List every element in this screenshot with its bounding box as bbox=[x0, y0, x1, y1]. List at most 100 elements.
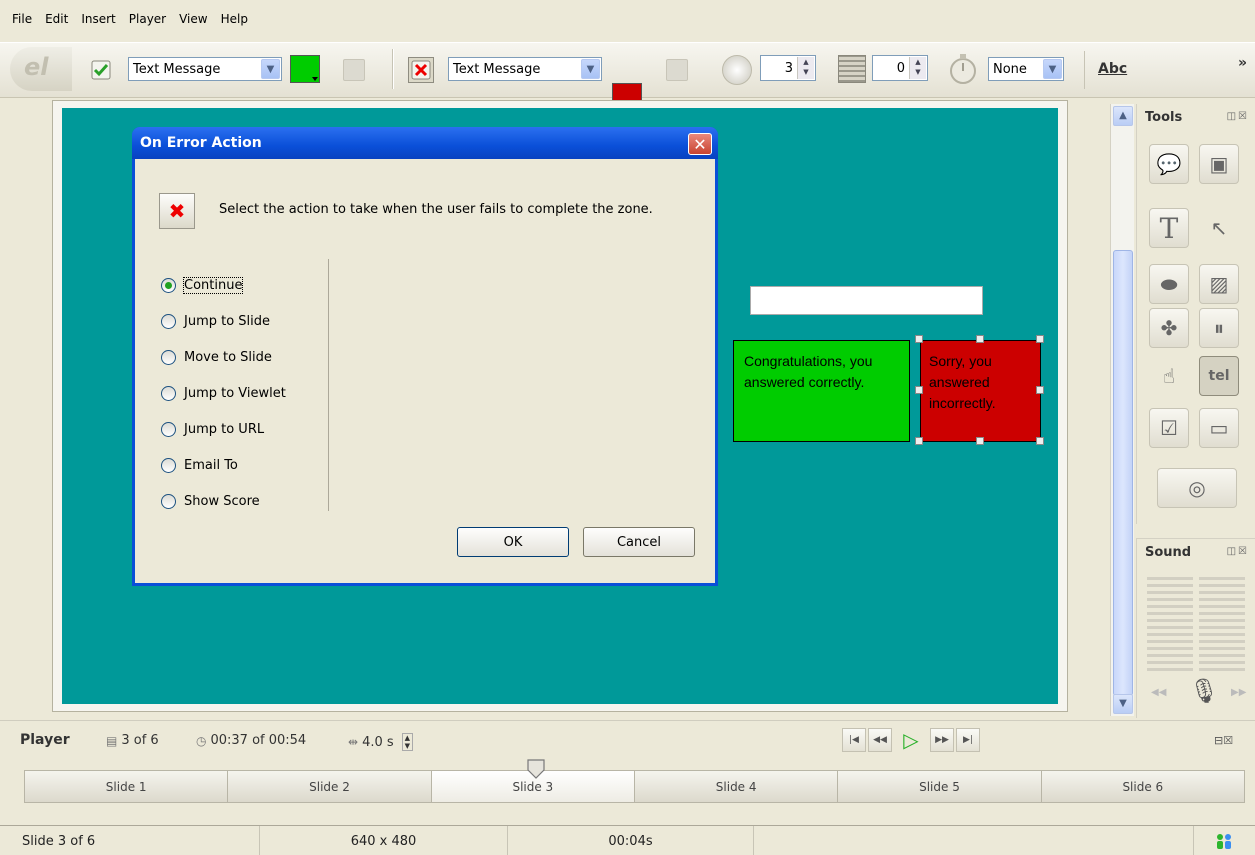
panel-dock-close-icons[interactable]: ◫☒ bbox=[1227, 546, 1249, 557]
menubar: File Edit Insert Player View Help bbox=[0, 0, 1255, 38]
playhead-marker[interactable] bbox=[526, 758, 546, 780]
fast-forward-icon[interactable]: ▶▶ bbox=[1231, 687, 1246, 698]
slide-tab[interactable]: Slide 2 bbox=[228, 771, 432, 802]
slide-tab[interactable]: Slide 6 bbox=[1041, 771, 1244, 802]
speech-bubble-tool-icon[interactable]: 💬 bbox=[1149, 144, 1189, 184]
error-image-icon[interactable] bbox=[666, 59, 688, 81]
success-action-value: Text Message bbox=[133, 61, 221, 77]
shape-tool-icon[interactable]: ⬬ bbox=[1149, 264, 1189, 304]
fast-forward-icon[interactable]: ▶▶ bbox=[930, 728, 954, 752]
scroll-thumb[interactable] bbox=[1113, 250, 1133, 696]
resize-handle[interactable] bbox=[915, 335, 923, 343]
play-icon[interactable]: ▷ bbox=[894, 728, 928, 752]
action-radio-group: Continue Jump to Slide Move to Slide Jum… bbox=[161, 267, 286, 519]
resize-handle[interactable] bbox=[976, 335, 984, 343]
clock-icon: ◷ bbox=[196, 733, 207, 748]
panel-dock-close-icons[interactable]: ◫☒ bbox=[1227, 111, 1249, 122]
radio-show-score[interactable]: Show Score bbox=[161, 483, 286, 519]
menu-file[interactable]: File bbox=[12, 12, 32, 26]
resize-handle[interactable] bbox=[915, 386, 923, 394]
toolbar-overflow-button[interactable]: » bbox=[1238, 55, 1247, 71]
error-action-select[interactable]: Text Message ▼ bbox=[448, 57, 602, 81]
resize-handle[interactable] bbox=[1036, 437, 1044, 445]
chevron-down-icon[interactable]: ▼ bbox=[1113, 694, 1133, 714]
spinner-arrows-icon[interactable]: ▲ ▼ bbox=[797, 57, 814, 79]
timer-select[interactable]: None ▼ bbox=[988, 57, 1064, 81]
text-style-button[interactable]: Abc bbox=[1098, 61, 1127, 77]
error-action-value: Text Message bbox=[453, 61, 541, 77]
button-tool-icon[interactable]: ⏸ bbox=[1199, 308, 1239, 348]
chevron-down-icon: ▼ bbox=[1043, 59, 1062, 79]
resize-handle[interactable] bbox=[915, 437, 923, 445]
radio-jump-to-slide[interactable]: Jump to Slide bbox=[161, 303, 286, 339]
close-button[interactable]: ✕ bbox=[688, 133, 712, 155]
slide-tab[interactable]: Slide 4 bbox=[634, 771, 839, 802]
cancel-button[interactable]: Cancel bbox=[583, 527, 695, 557]
duration-spinner[interactable]: ▲ ▼ bbox=[401, 733, 414, 751]
stopwatch-icon bbox=[948, 53, 978, 85]
radio-move-to-slide[interactable]: Move to Slide bbox=[161, 339, 286, 375]
rewind-icon[interactable]: ◀◀ bbox=[868, 728, 892, 752]
quiz-tool-icon[interactable]: ☑ bbox=[1149, 408, 1189, 448]
score-spinner[interactable]: 0 ▲ ▼ bbox=[872, 55, 928, 81]
radio-label: Show Score bbox=[184, 493, 260, 509]
panel-dock-close-icons[interactable]: ⊟☒ bbox=[1214, 734, 1233, 747]
canvas-scrollbar[interactable]: ▲ ▼ bbox=[1110, 104, 1134, 716]
menu-help[interactable]: Help bbox=[221, 12, 248, 26]
radio-email-to[interactable]: Email To bbox=[161, 447, 286, 483]
error-action-button[interactable] bbox=[408, 57, 434, 83]
flash-tool-icon[interactable]: ▨ bbox=[1199, 264, 1239, 304]
resize-handle[interactable] bbox=[1036, 386, 1044, 394]
chevron-up-icon[interactable]: ▲ bbox=[1113, 106, 1133, 126]
attempts-spinner[interactable]: 3 ▲ ▼ bbox=[760, 55, 816, 81]
radio-icon[interactable] bbox=[161, 349, 176, 365]
ok-button[interactable]: OK bbox=[457, 527, 569, 557]
resize-handle[interactable] bbox=[976, 437, 984, 445]
menu-edit[interactable]: Edit bbox=[45, 12, 68, 26]
success-action-select[interactable]: Text Message ▼ bbox=[128, 57, 282, 81]
slide-timeline: Slide 1 Slide 2 Slide 3 Slide 4 Slide 5 … bbox=[24, 770, 1245, 803]
text-entry-tool-icon[interactable]: tel bbox=[1199, 356, 1239, 396]
menu-insert[interactable]: Insert bbox=[81, 12, 115, 26]
correct-feedback-box[interactable]: Congratulations, you answered correctly. bbox=[733, 340, 910, 442]
radio-icon[interactable] bbox=[161, 493, 176, 509]
slide-duration: ⇹ 4.0 s ▲ ▼ bbox=[348, 733, 414, 751]
success-action-button[interactable] bbox=[88, 57, 114, 83]
last-slide-icon[interactable]: ▶| bbox=[956, 728, 980, 752]
radio-selected-icon[interactable] bbox=[161, 277, 176, 293]
resize-handle[interactable] bbox=[1036, 335, 1044, 343]
rewind-icon[interactable]: ◀◀ bbox=[1151, 687, 1166, 698]
menu-player[interactable]: Player bbox=[129, 12, 166, 26]
incorrect-feedback-box[interactable]: Sorry, you answered incorrectly. bbox=[920, 340, 1041, 442]
puzzle-tool-icon[interactable]: ✤ bbox=[1149, 308, 1189, 348]
answer-input-zone[interactable] bbox=[750, 286, 983, 315]
pointer-tool-icon[interactable]: ↖ bbox=[1199, 208, 1239, 248]
slide-tab[interactable]: Slide 1 bbox=[25, 771, 229, 802]
text-tool-icon[interactable]: T bbox=[1149, 208, 1189, 248]
status-indicator-icon bbox=[1194, 826, 1254, 855]
caption-tool-icon[interactable]: ▭ bbox=[1199, 408, 1239, 448]
record-tool-icon[interactable]: ◎ bbox=[1157, 468, 1237, 508]
radio-icon[interactable] bbox=[161, 421, 176, 437]
player-bar: Player ▤ 3 of 6 ◷ 00:37 of 00:54 ⇹ 4.0 s… bbox=[0, 720, 1255, 760]
first-slide-icon[interactable]: |◀ bbox=[842, 728, 866, 752]
image-tool-icon[interactable]: ▣ bbox=[1199, 144, 1239, 184]
menu-view[interactable]: View bbox=[179, 12, 207, 26]
right-level-meter bbox=[1199, 575, 1245, 671]
tools-panel: Tools ◫☒ 💬 ▣ T ↖ ⬬ ▨ ✤ ⏸ ☝ tel ☑ ▭ ◎ bbox=[1136, 104, 1255, 524]
microphone-icon[interactable]: 🎙 bbox=[1189, 677, 1219, 705]
radio-label: Jump to Slide bbox=[184, 313, 271, 329]
spinner-arrows-icon[interactable]: ▲ ▼ bbox=[909, 57, 926, 79]
radio-icon[interactable] bbox=[161, 313, 176, 329]
success-color-picker[interactable] bbox=[290, 55, 320, 83]
sound-panel-title: Sound bbox=[1145, 544, 1192, 560]
radio-jump-to-viewlet[interactable]: Jump to Viewlet bbox=[161, 375, 286, 411]
slide-position-text: 3 of 6 bbox=[121, 733, 159, 748]
radio-icon[interactable] bbox=[161, 385, 176, 401]
radio-continue[interactable]: Continue bbox=[161, 267, 286, 303]
success-image-icon[interactable] bbox=[343, 59, 365, 81]
slide-tab[interactable]: Slide 5 bbox=[838, 771, 1042, 802]
radio-icon[interactable] bbox=[161, 457, 176, 473]
radio-jump-to-url[interactable]: Jump to URL bbox=[161, 411, 286, 447]
hand-cursor-tool-icon[interactable]: ☝ bbox=[1149, 356, 1189, 396]
